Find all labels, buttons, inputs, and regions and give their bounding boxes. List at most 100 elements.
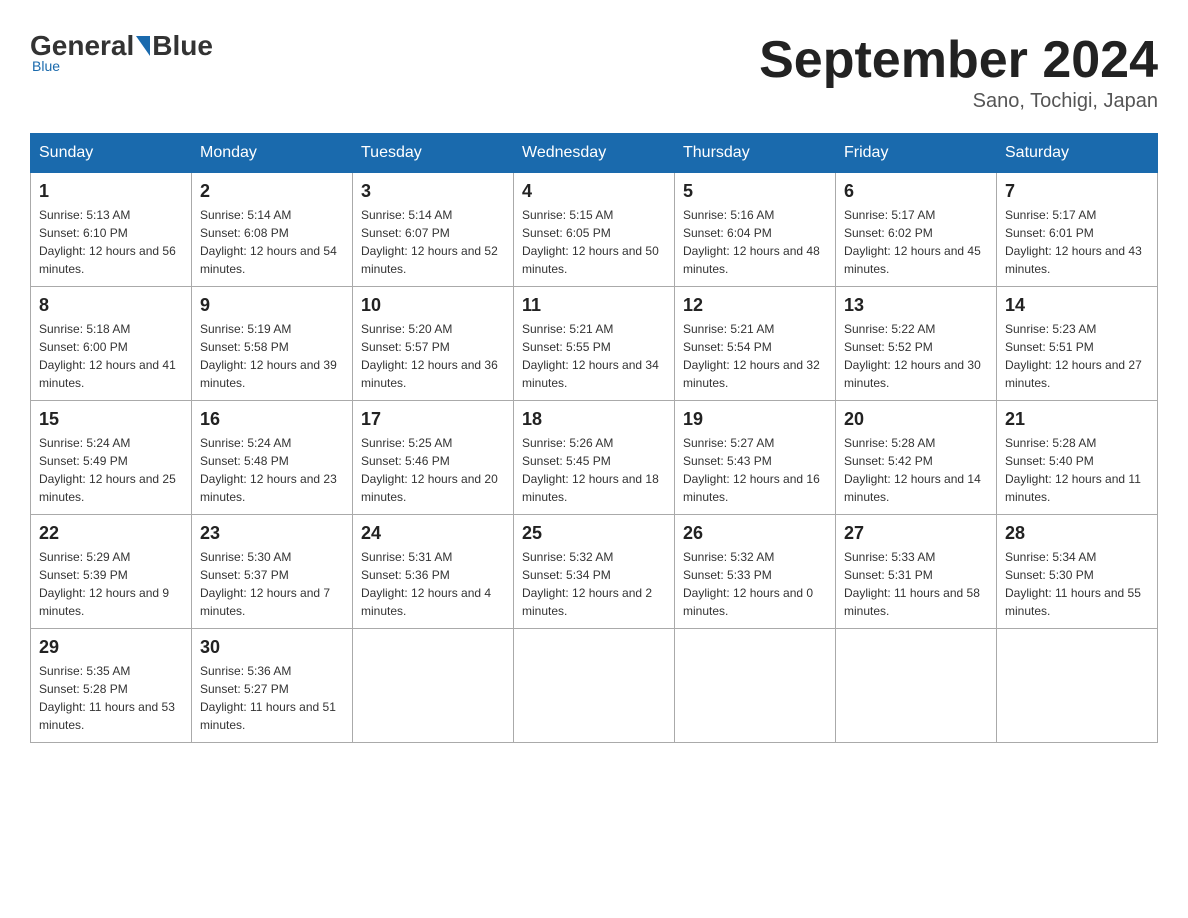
day-number: 22: [39, 523, 183, 544]
calendar-cell: 21 Sunrise: 5:28 AMSunset: 5:40 PMDayligh…: [997, 401, 1158, 515]
day-number: 9: [200, 295, 344, 316]
day-number: 23: [200, 523, 344, 544]
day-number: 16: [200, 409, 344, 430]
day-number: 19: [683, 409, 827, 430]
calendar-table: SundayMondayTuesdayWednesdayThursdayFrid…: [30, 133, 1158, 743]
calendar-cell: 14 Sunrise: 5:23 AMSunset: 5:51 PMDayligh…: [997, 287, 1158, 401]
day-info: Sunrise: 5:21 AMSunset: 5:55 PMDaylight:…: [522, 320, 666, 392]
day-number: 7: [1005, 181, 1149, 202]
day-number: 21: [1005, 409, 1149, 430]
day-info: Sunrise: 5:23 AMSunset: 5:51 PMDaylight:…: [1005, 320, 1149, 392]
day-info: Sunrise: 5:24 AMSunset: 5:49 PMDaylight:…: [39, 434, 183, 506]
calendar-cell: 9Sunrise: 5:19 AMSunset: 5:58 PMDaylight…: [192, 287, 353, 401]
day-info: Sunrise: 5:30 AMSunset: 5:37 PMDaylight:…: [200, 548, 344, 620]
calendar-cell: 24Sunrise: 5:31 AMSunset: 5:36 PMDayligh…: [353, 515, 514, 629]
day-info: Sunrise: 5:36 AMSunset: 5:27 PMDaylight:…: [200, 662, 344, 734]
page-header: General Blue Blue September 2024 Sano, T…: [30, 30, 1158, 113]
weekday-header: Friday: [836, 134, 997, 173]
weekday-header: Thursday: [675, 134, 836, 173]
day-info: Sunrise: 5:28 AMSunset: 5:40 PMDaylight:…: [1005, 434, 1149, 506]
calendar-body: 1 Sunrise: 5:13 AMSunset: 6:10 PMDaylight…: [31, 173, 1158, 743]
day-number: 29: [39, 637, 183, 658]
calendar-cell: [514, 629, 675, 743]
day-info: Sunrise: 5:14 AMSunset: 6:08 PMDaylight:…: [200, 206, 344, 278]
weekday-header: Monday: [192, 134, 353, 173]
calendar-cell: 12 Sunrise: 5:21 AMSunset: 5:54 PMDayligh…: [675, 287, 836, 401]
day-info: Sunrise: 5:22 AMSunset: 5:52 PMDaylight:…: [844, 320, 988, 392]
day-info: Sunrise: 5:13 AMSunset: 6:10 PMDaylight:…: [39, 206, 183, 278]
calendar-cell: 3Sunrise: 5:14 AMSunset: 6:07 PMDaylight…: [353, 173, 514, 287]
location: Sano, Tochigi, Japan: [759, 90, 1158, 113]
day-info: Sunrise: 5:31 AMSunset: 5:36 PMDaylight:…: [361, 548, 505, 620]
calendar-cell: 11 Sunrise: 5:21 AMSunset: 5:55 PMDayligh…: [514, 287, 675, 401]
day-info: Sunrise: 5:17 AMSunset: 6:01 PMDaylight:…: [1005, 206, 1149, 278]
day-info: Sunrise: 5:29 AMSunset: 5:39 PMDaylight:…: [39, 548, 183, 620]
logo-blue-text: Blue: [152, 30, 213, 62]
day-number: 4: [522, 181, 666, 202]
calendar-cell: 25Sunrise: 5:32 AMSunset: 5:34 PMDayligh…: [514, 515, 675, 629]
calendar-week-row: 15 Sunrise: 5:24 AMSunset: 5:49 PMDayligh…: [31, 401, 1158, 515]
calendar-cell: 22 Sunrise: 5:29 AMSunset: 5:39 PMDayligh…: [31, 515, 192, 629]
day-number: 6: [844, 181, 988, 202]
calendar-cell: 18 Sunrise: 5:26 AMSunset: 5:45 PMDayligh…: [514, 401, 675, 515]
day-number: 13: [844, 295, 988, 316]
month-title: September 2024: [759, 30, 1158, 90]
logo-subtitle: Blue: [32, 58, 60, 74]
day-number: 17: [361, 409, 505, 430]
weekday-row: SundayMondayTuesdayWednesdayThursdayFrid…: [31, 134, 1158, 173]
logo-arrow-icon: [136, 36, 150, 56]
day-info: Sunrise: 5:16 AMSunset: 6:04 PMDaylight:…: [683, 206, 827, 278]
calendar-cell: 1 Sunrise: 5:13 AMSunset: 6:10 PMDaylight…: [31, 173, 192, 287]
calendar-cell: 23 Sunrise: 5:30 AMSunset: 5:37 PMDayligh…: [192, 515, 353, 629]
day-info: Sunrise: 5:15 AMSunset: 6:05 PMDaylight:…: [522, 206, 666, 278]
calendar-cell: 19 Sunrise: 5:27 AMSunset: 5:43 PMDayligh…: [675, 401, 836, 515]
day-info: Sunrise: 5:21 AMSunset: 5:54 PMDaylight:…: [683, 320, 827, 392]
calendar-cell: 5Sunrise: 5:16 AMSunset: 6:04 PMDaylight…: [675, 173, 836, 287]
calendar-cell: [353, 629, 514, 743]
calendar-cell: 17Sunrise: 5:25 AMSunset: 5:46 PMDayligh…: [353, 401, 514, 515]
calendar-week-row: 8 Sunrise: 5:18 AMSunset: 6:00 PMDaylight…: [31, 287, 1158, 401]
calendar-cell: 27Sunrise: 5:33 AMSunset: 5:31 PMDayligh…: [836, 515, 997, 629]
day-number: 26: [683, 523, 827, 544]
day-number: 14: [1005, 295, 1149, 316]
calendar-cell: 16Sunrise: 5:24 AMSunset: 5:48 PMDayligh…: [192, 401, 353, 515]
logo: General Blue Blue: [30, 30, 213, 74]
calendar-cell: [675, 629, 836, 743]
day-number: 25: [522, 523, 666, 544]
title-block: September 2024 Sano, Tochigi, Japan: [759, 30, 1158, 113]
calendar-cell: 6Sunrise: 5:17 AMSunset: 6:02 PMDaylight…: [836, 173, 997, 287]
day-number: 30: [200, 637, 344, 658]
calendar-header: SundayMondayTuesdayWednesdayThursdayFrid…: [31, 134, 1158, 173]
day-number: 3: [361, 181, 505, 202]
day-number: 28: [1005, 523, 1149, 544]
calendar-cell: [836, 629, 997, 743]
day-info: Sunrise: 5:35 AMSunset: 5:28 PMDaylight:…: [39, 662, 183, 734]
weekday-header: Sunday: [31, 134, 192, 173]
day-number: 18: [522, 409, 666, 430]
calendar-cell: 7 Sunrise: 5:17 AMSunset: 6:01 PMDaylight…: [997, 173, 1158, 287]
calendar-week-row: 29 Sunrise: 5:35 AMSunset: 5:28 PMDayligh…: [31, 629, 1158, 743]
day-number: 12: [683, 295, 827, 316]
day-info: Sunrise: 5:32 AMSunset: 5:33 PMDaylight:…: [683, 548, 827, 620]
day-number: 1: [39, 181, 183, 202]
calendar-cell: 15 Sunrise: 5:24 AMSunset: 5:49 PMDayligh…: [31, 401, 192, 515]
day-number: 11: [522, 295, 666, 316]
weekday-header: Tuesday: [353, 134, 514, 173]
day-number: 20: [844, 409, 988, 430]
day-number: 27: [844, 523, 988, 544]
day-info: Sunrise: 5:20 AMSunset: 5:57 PMDaylight:…: [361, 320, 505, 392]
day-number: 15: [39, 409, 183, 430]
calendar-cell: 26 Sunrise: 5:32 AMSunset: 5:33 PMDayligh…: [675, 515, 836, 629]
calendar-week-row: 22 Sunrise: 5:29 AMSunset: 5:39 PMDayligh…: [31, 515, 1158, 629]
calendar-cell: 2 Sunrise: 5:14 AMSunset: 6:08 PMDaylight…: [192, 173, 353, 287]
day-info: Sunrise: 5:26 AMSunset: 5:45 PMDaylight:…: [522, 434, 666, 506]
day-info: Sunrise: 5:27 AMSunset: 5:43 PMDaylight:…: [683, 434, 827, 506]
day-number: 8: [39, 295, 183, 316]
calendar-cell: 13 Sunrise: 5:22 AMSunset: 5:52 PMDayligh…: [836, 287, 997, 401]
weekday-header: Wednesday: [514, 134, 675, 173]
calendar-cell: 28 Sunrise: 5:34 AMSunset: 5:30 PMDayligh…: [997, 515, 1158, 629]
day-number: 2: [200, 181, 344, 202]
calendar-cell: 29 Sunrise: 5:35 AMSunset: 5:28 PMDayligh…: [31, 629, 192, 743]
day-info: Sunrise: 5:34 AMSunset: 5:30 PMDaylight:…: [1005, 548, 1149, 620]
day-info: Sunrise: 5:18 AMSunset: 6:00 PMDaylight:…: [39, 320, 183, 392]
